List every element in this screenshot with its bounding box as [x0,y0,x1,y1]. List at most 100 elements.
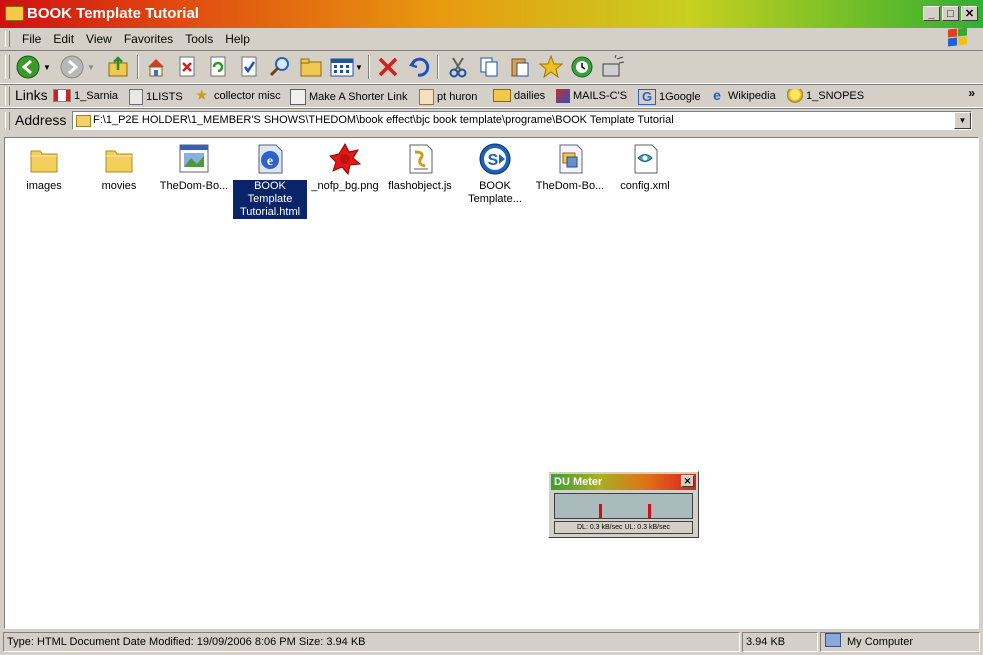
file-item[interactable]: images [7,142,81,193]
forward-arrow-icon [60,55,84,79]
link-make-a-shorter-link[interactable]: Make A Shorter Link [290,89,407,105]
menu-file[interactable]: File [16,31,47,47]
status-bar: Type: HTML Document Date Modified: 19/09… [0,630,983,655]
history-button[interactable] [569,54,595,80]
address-path: F:\1_P2E HOLDER\1_MEMBER'S SHOWS\THEDOM\… [93,114,674,126]
document-file-icon [553,142,587,176]
title-bar[interactable]: BOOK Template Tutorial _ □ ✕ [0,0,983,28]
list-icon [129,89,143,105]
window-title: BOOK Template Tutorial [27,5,199,22]
download-spike [599,504,602,518]
link-wikipedia[interactable]: e Wikipedia [709,87,776,103]
forward-button[interactable] [59,54,85,80]
script-file-icon [403,142,437,176]
cut-button[interactable] [445,54,471,80]
status-zone: My Computer [820,632,980,652]
close-button[interactable]: ✕ [961,6,978,21]
ie-html-icon: e [253,142,287,176]
minimize-button[interactable]: _ [923,6,940,21]
link-icon [290,89,306,105]
file-item[interactable]: TheDom-Bo... [157,142,231,193]
stop-button[interactable] [174,54,200,80]
menu-view[interactable]: View [80,31,118,47]
link-collector-misc[interactable]: ★ collector misc [195,87,281,104]
refresh-icon [210,56,226,77]
file-item[interactable]: flashobject.js [383,142,457,193]
flag-icon [53,89,71,102]
toolbar-grip[interactable] [5,112,10,130]
views-button[interactable] [329,54,355,80]
undo-icon [408,57,430,77]
link-1-sarnia[interactable]: 1_Sarnia [53,89,118,102]
folders-icon [300,58,322,77]
link-1google[interactable]: G 1Google [638,89,701,105]
paste-button[interactable] [507,54,533,80]
file-list-view[interactable]: images movies TheDom-Bo... e BOOK Templa… [4,137,979,629]
back-dropdown[interactable]: ▼ [41,54,53,80]
link-1-snopes[interactable]: 1_SNOPES [787,89,864,103]
toolbar-grip[interactable] [5,31,10,47]
delete-button[interactable] [375,54,401,80]
menu-help[interactable]: Help [219,31,256,47]
file-item[interactable]: _nofp_bg.png [308,142,382,193]
menu-favorites[interactable]: Favorites [118,31,179,47]
folders-button[interactable] [298,54,324,80]
folder-icon [102,142,136,176]
status-info: Type: HTML Document Date Modified: 19/09… [3,632,740,652]
link-mails-cs[interactable]: MAILS-C'S [556,89,627,103]
maximize-button[interactable]: □ [942,6,959,21]
du-meter-titlebar[interactable]: DU Meter ✕ [551,474,696,490]
menu-edit[interactable]: Edit [47,31,80,47]
menu-bar: File Edit View Favorites Tools Help [0,27,983,51]
search-button[interactable] [267,54,293,80]
file-item[interactable]: movies [82,142,156,193]
du-meter-close-button[interactable]: ✕ [681,475,694,487]
links-overflow-chevron[interactable]: » [968,86,975,100]
media-button[interactable] [600,54,626,80]
standard-toolbar: ▼ ▼ ▼ [0,50,983,84]
file-item-selected[interactable]: e BOOK Template Tutorial.html [232,142,308,220]
link-dailies[interactable]: dailies [493,89,545,102]
menu-tools[interactable]: Tools [179,31,219,47]
du-meter-widget[interactable]: DU Meter ✕ DL: 0.3 kB/sec UL: 0.3 kB/sec [548,471,699,538]
address-dropdown-button[interactable]: ▼ [954,112,971,129]
file-item[interactable]: TheDom-Bo... [533,142,607,193]
folder-icon [27,142,61,176]
windows-logo-icon [947,27,969,48]
paste-icon [511,58,529,77]
file-item[interactable]: config.xml [608,142,682,193]
media-icon [602,55,625,77]
image-file-icon [177,142,211,176]
up-folder-button[interactable] [105,54,131,80]
du-meter-graph [554,493,693,519]
computer-icon [825,633,841,647]
svg-text:S: S [488,152,499,169]
refresh-button[interactable] [205,54,231,80]
views-dropdown[interactable]: ▼ [354,54,364,80]
du-meter-title: DU Meter [554,476,603,488]
xml-file-icon [628,142,662,176]
folder-icon [5,6,24,21]
page-icon [419,89,434,105]
toolbar-grip[interactable] [5,87,10,105]
favorites-button[interactable] [538,54,564,80]
star-icon: ★ [195,87,209,104]
up-folder-icon [108,56,128,77]
google-icon: G [638,89,656,105]
back-button[interactable] [15,54,41,80]
ie-icon: e [713,87,721,103]
back-arrow-icon [16,55,40,79]
link-1lists[interactable]: 1LISTS [129,89,183,105]
link-pt-huron[interactable]: pt huron [419,89,477,105]
file-item[interactable]: S BOOK Template... [458,142,532,206]
address-input[interactable]: F:\1_P2E HOLDER\1_MEMBER'S SHOWS\THEDOM\… [72,111,972,130]
undo-button[interactable] [406,54,432,80]
checkmark-page-button[interactable] [236,54,262,80]
copy-button[interactable] [476,54,502,80]
toolbar-grip[interactable] [5,55,10,79]
home-icon [148,59,164,77]
folder-icon [493,89,511,102]
forward-dropdown[interactable]: ▼ [85,54,97,80]
home-button[interactable] [143,54,169,80]
address-bar: Address F:\1_P2E HOLDER\1_MEMBER'S SHOWS… [0,108,983,134]
